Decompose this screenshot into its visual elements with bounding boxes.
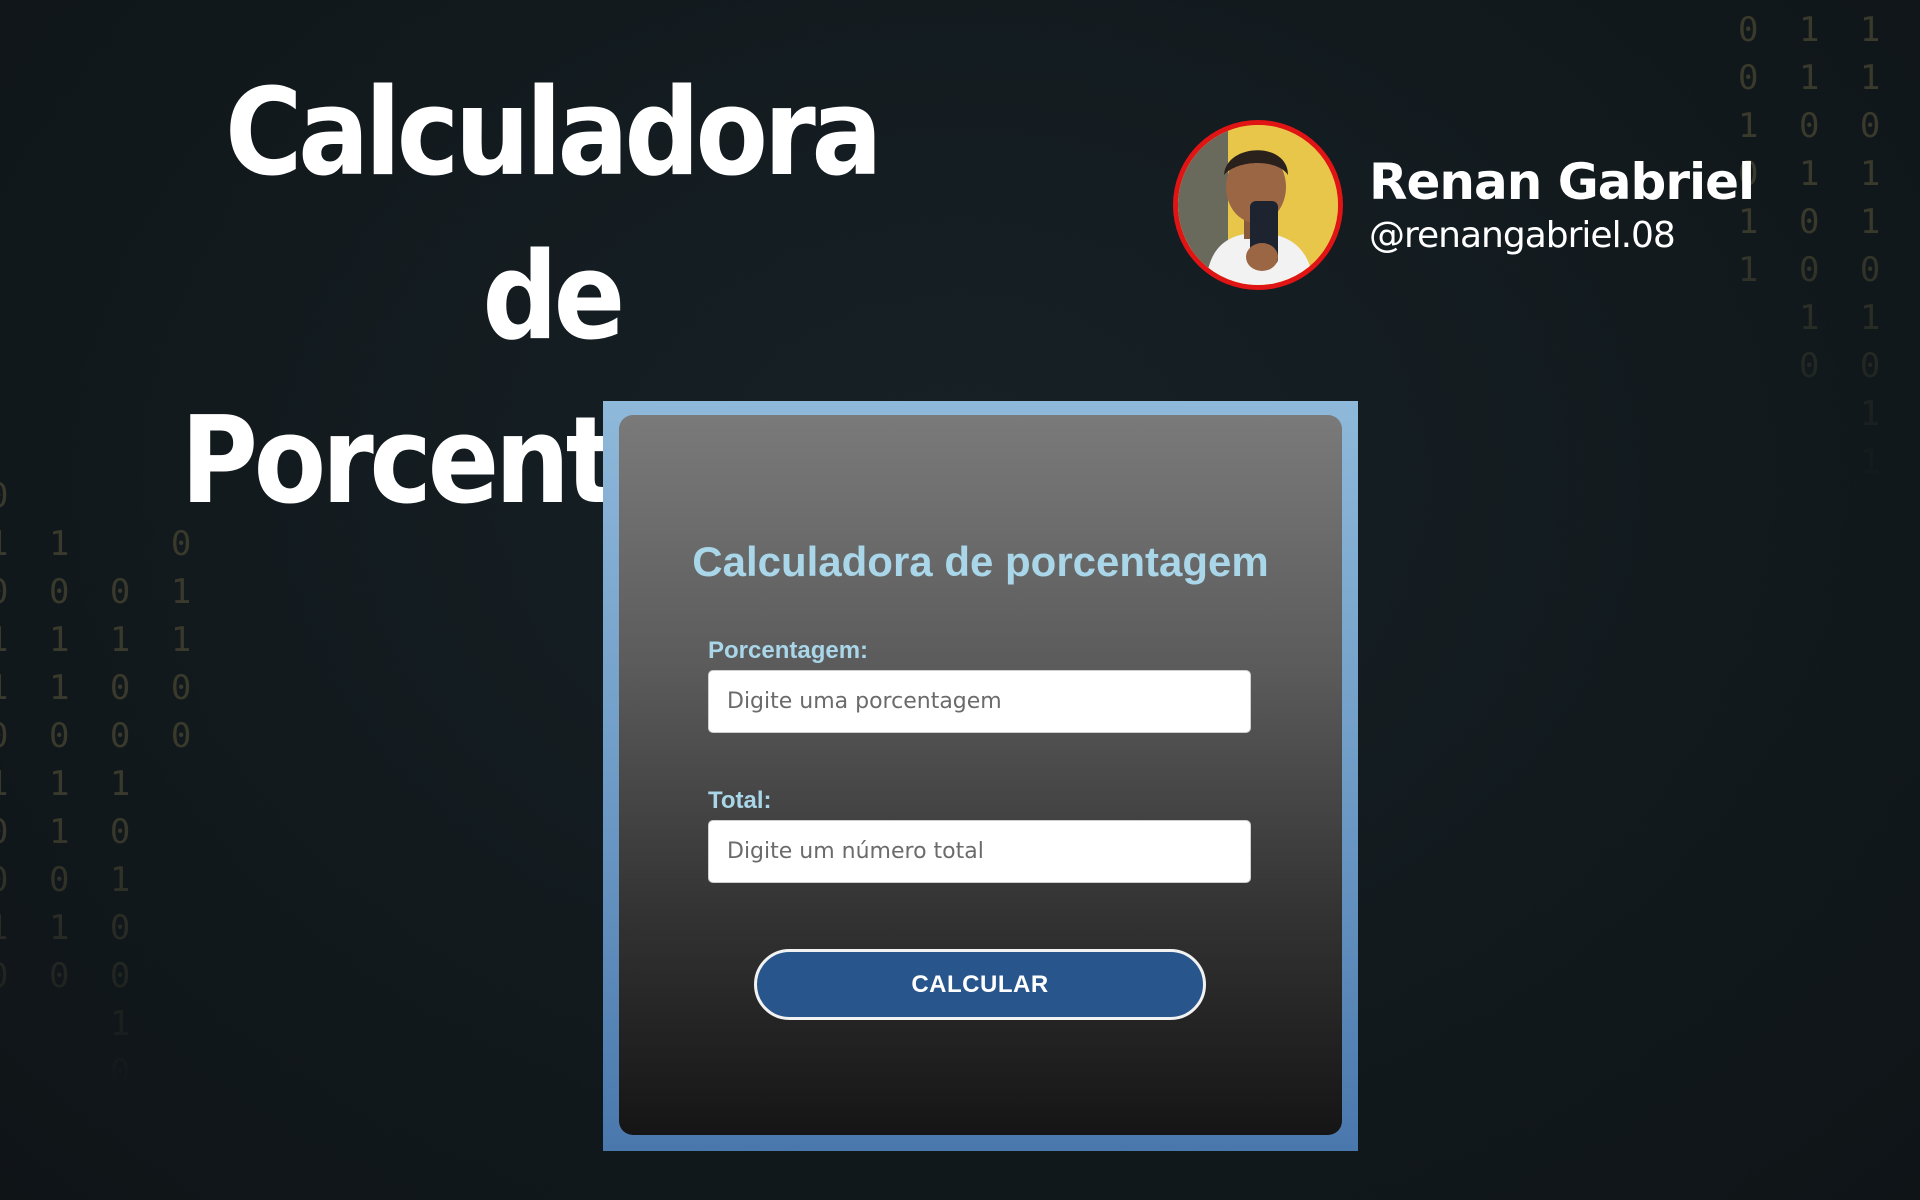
avatar <box>1173 120 1343 290</box>
page-title-line-1: Calculadora de <box>224 64 883 367</box>
calculator-title: Calculadora de porcentagem <box>692 538 1269 585</box>
avatar-photo <box>1178 125 1338 285</box>
binary-code-decoration-left: 0 1 1 0 0 0 0 1 1 1 1 1 1 1 0 0 0 0 0 0 … <box>0 476 202 1092</box>
calculator-panel: Calculadora de porcentagem Porcentagem: … <box>619 415 1342 1135</box>
author-card: Renan Gabriel @renangabriel.08 <box>1173 120 1755 290</box>
calculate-button[interactable]: CALCULAR <box>754 949 1206 1020</box>
author-info: Renan Gabriel @renangabriel.08 <box>1369 151 1755 259</box>
total-label: Total: <box>708 787 772 814</box>
author-name: Renan Gabriel <box>1369 153 1755 211</box>
calculator-frame: Calculadora de porcentagem Porcentagem: … <box>603 401 1358 1151</box>
binary-code-decoration-right: 0 1 1 1 1 0 1 1 0 0 1 0 0 0 0 0 1 1 1 1 … <box>1738 10 1891 482</box>
percent-label: Porcentagem: <box>708 637 869 664</box>
percent-input[interactable] <box>708 670 1251 733</box>
author-handle: @renangabriel.08 <box>1369 215 1676 256</box>
total-input[interactable] <box>708 820 1251 883</box>
